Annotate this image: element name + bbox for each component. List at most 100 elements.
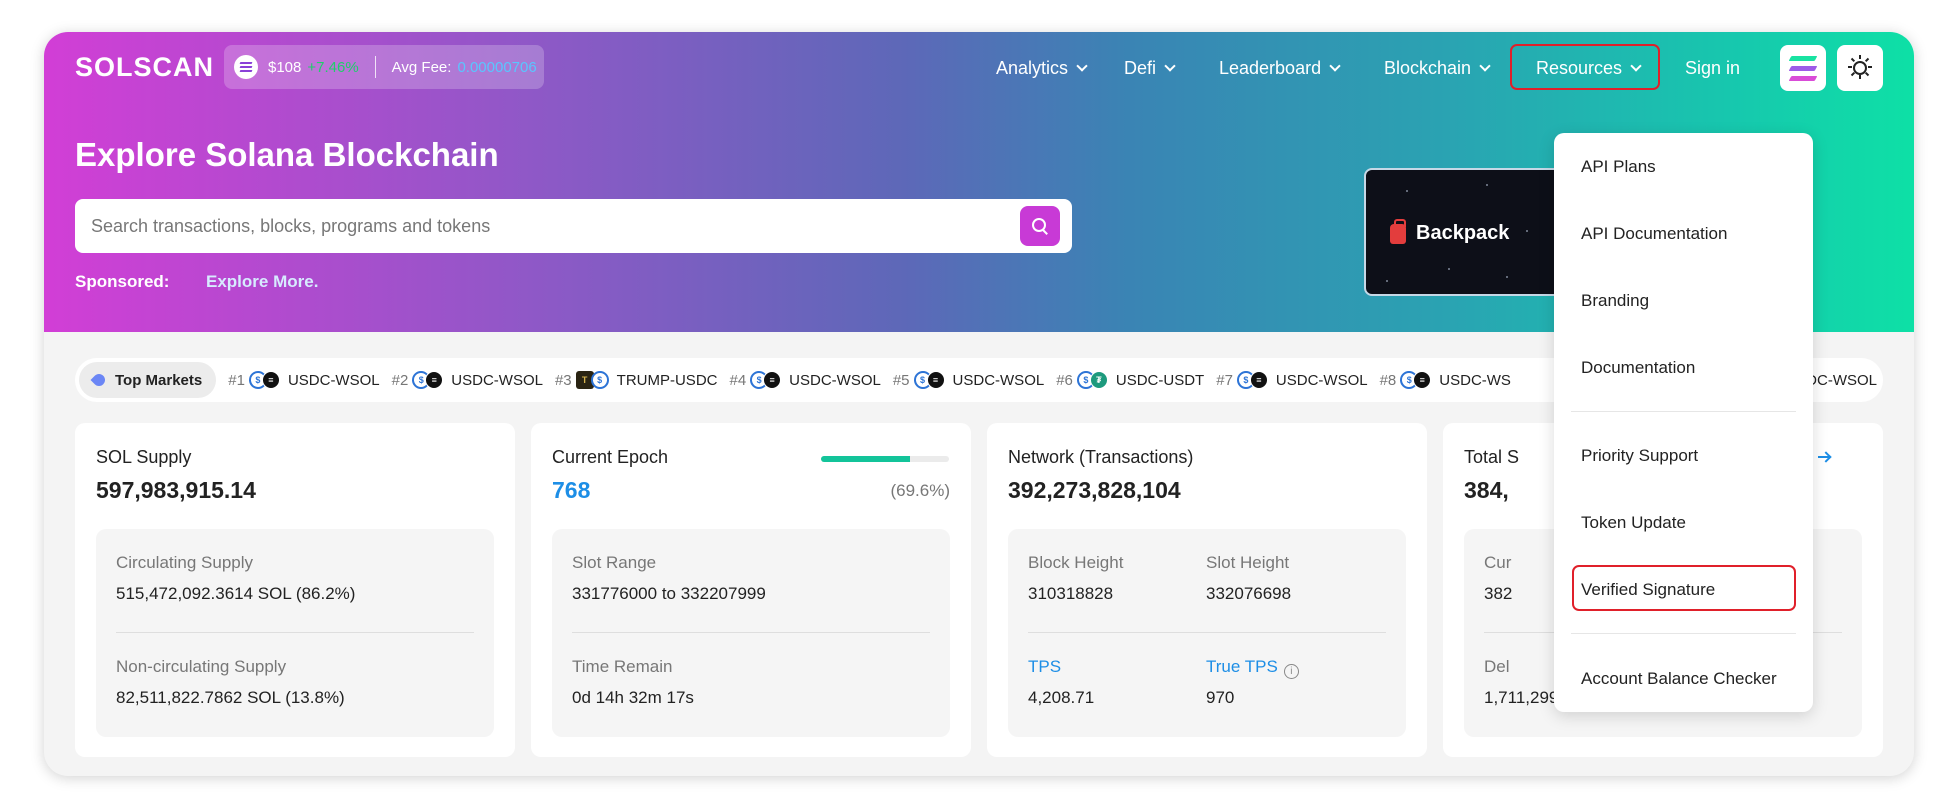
- arrow-right-icon: [1818, 456, 1831, 458]
- market-pair: USDC-WSOL: [1275, 371, 1368, 389]
- market-rank: #6: [1056, 371, 1073, 389]
- epoch-progress-fill: [821, 456, 911, 462]
- nav-resources[interactable]: Resources: [1536, 54, 1642, 82]
- info-icon[interactable]: i: [1283, 664, 1299, 679]
- menu-item-token-update[interactable]: Token Update: [1581, 513, 1686, 533]
- nav-label: Leaderboard: [1219, 57, 1322, 78]
- search-input[interactable]: [91, 199, 991, 253]
- menu-item-documentation[interactable]: Documentation: [1581, 358, 1695, 378]
- true-tps-text: True TPS: [1206, 657, 1278, 676]
- market-rank: #1: [228, 371, 245, 389]
- slot-height-label: Slot Height: [1206, 553, 1290, 572]
- market-item[interactable]: #3 T $ TRUMP-USDC: [555, 371, 717, 389]
- wsol-icon: ≡: [763, 371, 782, 389]
- nav-analytics[interactable]: Analytics: [996, 54, 1088, 82]
- menu-item-branding[interactable]: Branding: [1581, 291, 1649, 311]
- network-card: Network (Transactions) 392,273,828,104 B…: [987, 423, 1427, 757]
- nav-leaderboard[interactable]: Leaderboard: [1219, 54, 1341, 82]
- search-button[interactable]: [1020, 206, 1060, 246]
- sol-price: $108: [268, 58, 302, 76]
- solana-network-button[interactable]: [1780, 45, 1826, 91]
- card-title: Total S: [1464, 447, 1520, 467]
- chevron-down-icon: [1630, 59, 1642, 72]
- time-remain-label: Time Remain: [572, 657, 673, 676]
- nav-blockchain[interactable]: Blockchain: [1384, 54, 1491, 82]
- divider: [374, 56, 376, 78]
- market-item[interactable]: #5 $ ≡ USDC-WSOL: [893, 371, 1044, 389]
- market-item[interactable]: #1 $ ≡ USDC-WSOL: [228, 371, 380, 389]
- market-item[interactable]: #7 $ ≡ USDC-WSOL: [1216, 371, 1368, 389]
- market-pair: USDC-WS: [1439, 371, 1511, 389]
- card-details: Block Height 310318828 Slot Height 33207…: [1008, 529, 1406, 737]
- menu-item-api-plans[interactable]: API Plans: [1581, 157, 1656, 177]
- market-item[interactable]: #4 $ ≡ USDC-WSOL: [729, 371, 881, 389]
- divider: [572, 632, 930, 633]
- avg-fee-label: Avg Fee:: [391, 58, 452, 76]
- market-rank: #2: [391, 371, 409, 389]
- card-title: Network (Transactions): [1008, 447, 1194, 467]
- tps-link[interactable]: TPS: [1028, 657, 1061, 677]
- market-item[interactable]: #6 $ ₮ USDC-USDT: [1056, 371, 1204, 389]
- nav-defi[interactable]: Defi: [1124, 54, 1176, 82]
- true-tps-value: 970: [1206, 688, 1235, 707]
- chevron-down-icon: [1164, 59, 1176, 72]
- sponsored-label: Sponsored:: [75, 272, 170, 291]
- tps-value: 4,208.71: [1028, 688, 1095, 707]
- market-pair: USDC-WSOL: [789, 371, 881, 389]
- menu-item-api-documentation[interactable]: API Documentation: [1581, 224, 1727, 244]
- delinquent-label: Del: [1484, 657, 1510, 676]
- app-frame: SOLSCAN $108 +7.46% Avg Fee: 0.00000706 …: [44, 32, 1914, 776]
- slot-height-value: 332076698: [1206, 584, 1292, 603]
- card-value: 384,: [1464, 477, 1509, 503]
- divider: [116, 632, 474, 633]
- usdc-icon: $: [590, 371, 609, 389]
- time-remain-value: 0d 14h 32m 17s: [572, 688, 694, 707]
- true-tps-label[interactable]: True TPS i: [1206, 657, 1299, 679]
- search-icon: [1032, 218, 1048, 234]
- wsol-icon: ≡: [261, 371, 280, 389]
- theme-toggle-button[interactable]: [1837, 45, 1883, 91]
- menu-item-priority-support[interactable]: Priority Support: [1581, 446, 1698, 466]
- card-title: Current Epoch: [552, 447, 669, 467]
- menu-divider: [1571, 633, 1796, 634]
- menu-item-verified-signature[interactable]: Verified Signature: [1581, 580, 1715, 600]
- backpack-icon: [1390, 218, 1406, 244]
- market-pair: USDC-WSOL: [287, 371, 380, 389]
- solscan-logo[interactable]: SOLSCAN: [75, 52, 214, 83]
- menu-divider: [1571, 411, 1796, 412]
- ad-logo: Backpack: [1390, 218, 1510, 245]
- market-pair: USDC-WSOL: [451, 371, 543, 389]
- wsol-icon: ≡: [926, 371, 945, 389]
- nav-label: Analytics: [996, 57, 1069, 78]
- card-details: Circulating Supply 515,472,092.3614 SOL …: [96, 529, 494, 737]
- nav-label: Blockchain: [1384, 57, 1472, 78]
- market-rank: #8: [1379, 371, 1397, 389]
- price-change: +7.46%: [307, 58, 359, 76]
- market-rank: #4: [729, 371, 747, 389]
- current-epoch-card: Current Epoch 768 (69.6%) Slot Range 331…: [531, 423, 971, 757]
- slot-range-label: Slot Range: [572, 553, 657, 572]
- chevron-down-icon: [1329, 59, 1341, 72]
- market-item[interactable]: #8 $ ≡ USDC-WS: [1380, 371, 1511, 389]
- market-pair: USDC-WSOL: [952, 371, 1045, 389]
- solana-logo-icon: [1788, 55, 1818, 81]
- explore-more-link[interactable]: Explore More.: [206, 272, 318, 292]
- signin-link[interactable]: Sign in: [1685, 54, 1740, 82]
- chevron-down-icon: [1479, 59, 1491, 72]
- market-rank: #7: [1216, 371, 1233, 389]
- epoch-value[interactable]: 768: [552, 477, 590, 504]
- resources-dropdown-menu: API Plans API Documentation Branding Doc…: [1554, 133, 1813, 712]
- divider: [1028, 632, 1386, 633]
- card-value: 597,983,915.14: [96, 477, 256, 503]
- epoch-progress-bar: [821, 456, 949, 462]
- market-item[interactable]: #2 $ ≡ USDC-WSOL: [392, 371, 543, 389]
- noncirculating-value: 82,511,822.7862 SOL (13.8%): [116, 688, 345, 707]
- sun-icon: [1853, 55, 1867, 79]
- rocket-icon: [90, 371, 108, 389]
- search-bar: [75, 199, 1072, 253]
- slot-range-value: 331776000 to 332207999: [572, 584, 766, 603]
- ad-text: Backpack: [1416, 222, 1510, 244]
- top-markets-label: Top Markets: [79, 362, 217, 398]
- menu-item-account-balance-checker[interactable]: Account Balance Checker: [1581, 669, 1777, 689]
- nav-label: Defi: [1124, 57, 1157, 78]
